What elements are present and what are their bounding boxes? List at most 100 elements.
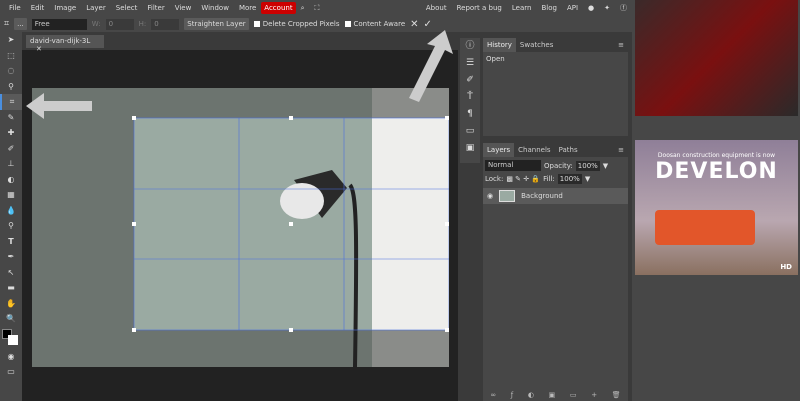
css-icon[interactable]: ▭ bbox=[460, 123, 480, 140]
search-icon[interactable]: ⌕ bbox=[296, 4, 310, 13]
menu-layer[interactable]: Layer bbox=[81, 4, 111, 12]
width-label: W: bbox=[91, 20, 101, 28]
tool-options-bar: ⌗ ... Free W: 0 H: 0 Straighten Layer De… bbox=[0, 16, 458, 32]
menu-api[interactable]: API bbox=[562, 4, 583, 12]
stamp-tool-icon[interactable]: ⊥ bbox=[0, 156, 22, 172]
panel-menu-icon[interactable]: ≡ bbox=[614, 143, 628, 157]
opacity-input[interactable]: 100% bbox=[575, 160, 600, 171]
lasso-tool-icon[interactable]: ◌ bbox=[0, 63, 22, 79]
layer-row[interactable]: ◉ Background bbox=[483, 188, 628, 204]
commit-crop-button[interactable]: ✓ bbox=[424, 19, 432, 30]
fill-input[interactable]: 100% bbox=[557, 174, 582, 184]
hand-tool-icon[interactable]: ✋ bbox=[0, 296, 22, 312]
eraser-tool-icon[interactable]: ◐ bbox=[0, 172, 22, 188]
more-options-button[interactable]: ... bbox=[14, 18, 27, 30]
ad-car-image[interactable] bbox=[635, 0, 798, 116]
menu-learn[interactable]: Learn bbox=[507, 4, 537, 12]
history-item[interactable]: Open bbox=[483, 52, 628, 66]
panel-icon-strip: ⓘ ☰ ✐ Ť ¶ ▭ ▣ bbox=[460, 38, 480, 163]
menu-blog[interactable]: Blog bbox=[536, 4, 561, 12]
image-icon[interactable]: ▣ bbox=[460, 140, 480, 157]
reddit-icon[interactable]: ● bbox=[583, 4, 599, 12]
marquee-tool-icon[interactable]: ⬚ bbox=[0, 48, 22, 64]
color-swatches[interactable] bbox=[0, 327, 22, 349]
menu-image[interactable]: Image bbox=[49, 4, 81, 12]
gradient-tool-icon[interactable]: ▦ bbox=[0, 187, 22, 203]
ad-logo: HD bbox=[780, 263, 792, 271]
info-icon[interactable]: ⓘ bbox=[460, 38, 480, 55]
width-input[interactable]: 0 bbox=[105, 18, 134, 30]
ratio-select[interactable]: Free bbox=[31, 18, 87, 30]
brush-settings-icon[interactable]: ✐ bbox=[460, 72, 480, 89]
fill-dropdown-icon[interactable]: ▼ bbox=[585, 175, 590, 183]
cancel-crop-button[interactable]: ✕ bbox=[410, 19, 418, 30]
crop-tool-icon[interactable]: ⌗ bbox=[0, 94, 22, 110]
path-select-tool-icon[interactable]: ↖ bbox=[0, 265, 22, 281]
menu-more[interactable]: More bbox=[234, 4, 261, 12]
delete-cropped-checkbox[interactable]: Delete Cropped Pixels bbox=[253, 20, 340, 28]
menu-edit[interactable]: Edit bbox=[26, 4, 50, 12]
paragraph-icon[interactable]: ¶ bbox=[460, 106, 480, 123]
blend-mode-select[interactable]: Normal bbox=[485, 160, 541, 171]
tab-paths[interactable]: Paths bbox=[555, 143, 582, 157]
shape-tool-icon[interactable]: ▬ bbox=[0, 280, 22, 296]
menu-file[interactable]: File bbox=[4, 4, 26, 12]
tab-history[interactable]: History bbox=[483, 38, 516, 52]
toolbox: ➤ ⬚ ◌ ⚲ ⌗ ✎ ✚ ✐ ⊥ ◐ ▦ 💧 ⚲ T ✒ ↖ ▬ ✋ 🔍 ◉ … bbox=[0, 32, 22, 401]
fullscreen-icon[interactable]: ⛶ bbox=[309, 4, 324, 13]
tab-layers[interactable]: Layers bbox=[483, 143, 515, 157]
history-panel: History Swatches ≡ Open bbox=[483, 38, 628, 136]
adjust-icon[interactable]: ◐ bbox=[528, 391, 534, 399]
ad-brand: DEVELON bbox=[655, 159, 778, 184]
menu-window[interactable]: Window bbox=[196, 4, 234, 12]
healing-tool-icon[interactable]: ✚ bbox=[0, 125, 22, 141]
crop-tool-icon: ⌗ bbox=[4, 19, 10, 29]
brush-tool-icon[interactable]: ✐ bbox=[0, 141, 22, 157]
character-icon[interactable]: Ť bbox=[460, 89, 480, 106]
menu-select[interactable]: Select bbox=[111, 4, 143, 12]
close-tab-icon[interactable]: ✕ bbox=[36, 45, 42, 53]
adjustments-icon[interactable]: ☰ bbox=[460, 55, 480, 72]
menu-about[interactable]: About bbox=[421, 4, 452, 12]
menu-view[interactable]: View bbox=[170, 4, 197, 12]
pen-tool-icon[interactable]: ✒ bbox=[0, 249, 22, 265]
ad-develon[interactable]: Doosan construction equipment is now DEV… bbox=[635, 140, 798, 275]
quick-mask-icon[interactable]: ◉ bbox=[0, 349, 22, 365]
tab-swatches[interactable]: Swatches bbox=[516, 38, 557, 52]
twitter-icon[interactable]: ✦ bbox=[599, 4, 615, 12]
document-image[interactable] bbox=[32, 88, 449, 367]
layer-actions: ∞ ƒ ◐ ▣ ▭ + 🗑 bbox=[483, 391, 628, 399]
excavator-image bbox=[655, 210, 755, 245]
effects-icon[interactable]: ƒ bbox=[511, 391, 513, 399]
tab-channels[interactable]: Channels bbox=[514, 143, 554, 157]
trash-icon[interactable]: 🗑 bbox=[612, 391, 621, 399]
annotation-arrow-up bbox=[409, 30, 453, 102]
account-button[interactable]: Account bbox=[261, 2, 296, 14]
dodge-tool-icon[interactable]: ⚲ bbox=[0, 218, 22, 234]
content-aware-checkbox[interactable]: Content Aware bbox=[344, 20, 405, 28]
straighten-layer-button[interactable]: Straighten Layer bbox=[184, 18, 249, 30]
eyedropper-tool-icon[interactable]: ✎ bbox=[0, 110, 22, 126]
move-tool-icon[interactable]: ➤ bbox=[0, 32, 22, 48]
document-tab[interactable]: david-van-dijk-3L ✕ bbox=[26, 35, 104, 53]
opacity-dropdown-icon[interactable]: ▼ bbox=[603, 162, 608, 170]
panel-menu-icon[interactable]: ≡ bbox=[614, 38, 628, 52]
menu-filter[interactable]: Filter bbox=[142, 4, 169, 12]
height-input[interactable]: 0 bbox=[151, 18, 180, 30]
facebook-icon[interactable]: ⓕ bbox=[615, 3, 632, 13]
menu-report-bug[interactable]: Report a bug bbox=[452, 4, 507, 12]
magic-wand-tool-icon[interactable]: ⚲ bbox=[0, 79, 22, 95]
lock-icons[interactable]: ▩ ✎ ✛ 🔒 bbox=[506, 175, 540, 183]
link-icon[interactable]: ∞ bbox=[490, 391, 496, 399]
screen-mode-icon[interactable]: ▭ bbox=[0, 364, 22, 380]
blur-tool-icon[interactable]: 💧 bbox=[0, 203, 22, 219]
layer-thumbnail bbox=[499, 190, 516, 202]
layer-name: Background bbox=[521, 192, 563, 200]
visibility-eye-icon[interactable]: ◉ bbox=[487, 192, 493, 200]
zoom-tool-icon[interactable]: 🔍 bbox=[0, 311, 22, 327]
height-label: H: bbox=[138, 20, 147, 28]
new-layer-icon[interactable]: + bbox=[591, 391, 597, 399]
type-tool-icon[interactable]: T bbox=[0, 234, 22, 250]
folder-icon[interactable]: ▭ bbox=[570, 391, 577, 399]
mask-icon[interactable]: ▣ bbox=[549, 391, 556, 399]
